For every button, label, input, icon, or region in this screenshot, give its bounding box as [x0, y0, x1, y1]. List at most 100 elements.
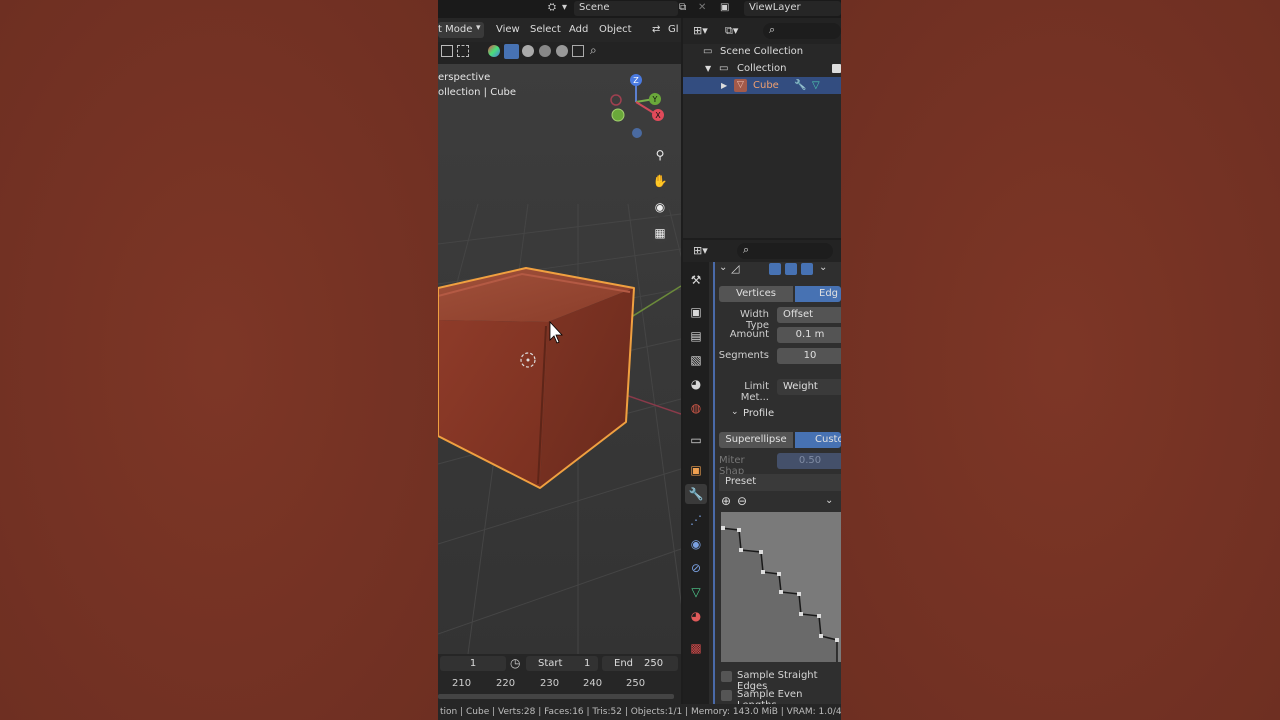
view-layer-name: ViewLayer: [749, 2, 801, 13]
grid-view-icon[interactable]: ▦: [650, 223, 670, 243]
video-background-left: [0, 0, 438, 720]
amount-label: Amount: [729, 329, 769, 340]
shading-options-icon[interactable]: [572, 45, 584, 57]
properties-tabs: ⚒ ▣ ▤ ▧ ◕ ◍ ▭ ▣ 🔧 ⋰ ◉ ⊘ ▽ ◕ ▩: [683, 262, 709, 704]
tool-icon[interactable]: ⚒: [688, 272, 704, 288]
view-layer-icon[interactable]: ▧: [688, 352, 704, 368]
rendered-shading-icon[interactable]: [556, 45, 568, 57]
close-icon[interactable]: ✕: [698, 2, 706, 13]
texture-icon[interactable]: ▩: [688, 640, 704, 656]
segments-label: Segments: [718, 350, 769, 361]
video-background-right: [841, 0, 1280, 720]
physics-icon[interactable]: ◉: [688, 536, 704, 552]
zoom-icon[interactable]: ⚲: [650, 145, 670, 165]
miter-shape-field[interactable]: 0.50: [777, 453, 841, 469]
wireframe-shading-icon[interactable]: [504, 44, 519, 59]
outliner-row-collection[interactable]: ▼ ▭ Collection: [683, 60, 841, 77]
zoom-in-icon[interactable]: ⊕: [721, 494, 731, 508]
particles-icon[interactable]: ⋰: [688, 512, 704, 528]
render-toggle-icon[interactable]: [801, 263, 813, 275]
output-icon[interactable]: ▤: [688, 328, 704, 344]
profile-superellipse-label: Superellipse: [725, 434, 787, 445]
profile-custom-button[interactable]: Custo: [795, 432, 841, 448]
view-layer-icon[interactable]: ▣: [720, 2, 729, 13]
profile-superellipse-button[interactable]: Superellipse: [719, 432, 793, 448]
chevron-down-icon[interactable]: ▼: [705, 60, 711, 77]
timeline-scrollbar[interactable]: [438, 694, 674, 699]
outliner-display-icon[interactable]: ⊞▾: [693, 24, 708, 37]
solid-shading-icon[interactable]: [522, 45, 534, 57]
affect-vertices-button[interactable]: Vertices: [719, 286, 793, 302]
3d-viewport[interactable]: Z Y X erspective ollection | Cube ⚲ ✋ ◉ …: [438, 64, 681, 654]
start-frame-field[interactable]: Start 1: [526, 656, 598, 671]
chevron-down-icon[interactable]: ⌄: [719, 262, 727, 273]
scene-icon[interactable]: ◕: [688, 376, 704, 392]
custom-profile-curve[interactable]: [720, 512, 841, 662]
mesh-data-icon: ▽: [812, 80, 820, 91]
chevron-right-icon[interactable]: ▶: [721, 77, 727, 94]
bevel-modifier-panel: ⌄ ◿ ⌄ Vertices Edg Width Type Offset Amo…: [713, 262, 841, 711]
constraints-icon[interactable]: ⊘: [688, 560, 704, 576]
width-type-dropdown[interactable]: Offset: [777, 307, 841, 323]
current-frame-value: 1: [469, 658, 477, 669]
chevron-down-icon[interactable]: ⌄: [819, 262, 827, 273]
zoom-out-icon[interactable]: ⊖: [737, 494, 747, 508]
select-mode-icon[interactable]: [457, 45, 469, 57]
limit-method-dropdown[interactable]: Weight: [777, 379, 841, 395]
scene-icon[interactable]: ⛭: [548, 2, 556, 13]
sample-straight-edges-checkbox[interactable]: [721, 671, 732, 682]
modifier-tab-active[interactable]: 🔧: [685, 484, 707, 504]
menu-object[interactable]: Object: [599, 24, 632, 35]
outliner-row-scene-collection[interactable]: ▭ Scene Collection: [683, 43, 841, 60]
menu-view[interactable]: View: [496, 24, 520, 35]
search-icon[interactable]: ⌕: [590, 43, 597, 58]
copy-icon[interactable]: ⧉: [679, 2, 686, 13]
scene-name: Scene: [579, 2, 610, 13]
amount-field[interactable]: 0.1 m: [777, 327, 841, 343]
width-type-value: Offset: [783, 309, 814, 320]
transform-orientation-icon[interactable]: ⇄: [652, 24, 660, 35]
menu-select[interactable]: Select: [530, 24, 561, 35]
select-box-icon[interactable]: [441, 45, 453, 57]
mode-selector[interactable]: t Mode ▾: [438, 22, 484, 38]
overlay-icon[interactable]: [488, 45, 500, 57]
profile-curve-graph: [720, 512, 841, 662]
view-layer-field[interactable]: ViewLayer: [744, 1, 841, 16]
outliner: ⊞▾ ⧉▾ ⌕ ▭ Scene Collection ▼ ▭ Collectio…: [683, 18, 841, 238]
edit-mode-toggle-icon[interactable]: [769, 263, 781, 275]
outliner-search-input[interactable]: ⌕: [763, 23, 841, 39]
menu-global[interactable]: Gl: [668, 24, 679, 35]
menu-add[interactable]: Add: [569, 24, 588, 35]
object-mesh-icon: ▽: [734, 79, 747, 92]
material-shading-icon[interactable]: [539, 45, 551, 57]
cube-label: Cube: [753, 80, 779, 91]
collection-icon[interactable]: ▭: [688, 432, 704, 448]
current-frame-field[interactable]: 1: [440, 656, 506, 671]
pan-hand-icon[interactable]: ✋: [650, 171, 670, 191]
material-icon[interactable]: ◕: [688, 608, 704, 624]
preset-dropdown[interactable]: Preset: [719, 474, 841, 491]
editor-type-icon[interactable]: ⊞▾: [693, 244, 708, 257]
object-icon[interactable]: ▣: [688, 462, 704, 478]
frame-tick: 220: [496, 678, 516, 689]
viewport-toggle-icon[interactable]: [785, 263, 797, 275]
segments-field[interactable]: 10: [777, 348, 841, 364]
frame-tick: 250: [626, 678, 646, 689]
affect-edges-button[interactable]: Edg: [795, 286, 841, 302]
render-icon[interactable]: ▣: [688, 304, 704, 320]
profile-subpanel-header[interactable]: Profile: [743, 408, 774, 419]
chevron-down-icon[interactable]: ⌄: [825, 495, 833, 506]
outliner-row-cube[interactable]: ▶ ▽ Cube 🔧 ▽: [683, 77, 841, 94]
clock-icon[interactable]: ◷: [510, 656, 520, 670]
end-frame-field[interactable]: End 250: [602, 656, 678, 671]
chevron-down-icon[interactable]: ⌄: [731, 407, 739, 417]
sample-even-lengths-checkbox[interactable]: [721, 690, 732, 701]
camera-icon[interactable]: ◉: [650, 197, 670, 217]
exclude-checkbox[interactable]: [832, 64, 841, 73]
mesh-data-icon[interactable]: ▽: [688, 584, 704, 600]
world-icon[interactable]: ◍: [688, 400, 704, 416]
filter-icon[interactable]: ⧉▾: [725, 24, 738, 38]
width-type-label: Width Type: [739, 309, 769, 331]
properties-search-input[interactable]: ⌕: [737, 243, 833, 259]
scene-field[interactable]: Scene: [574, 1, 678, 16]
